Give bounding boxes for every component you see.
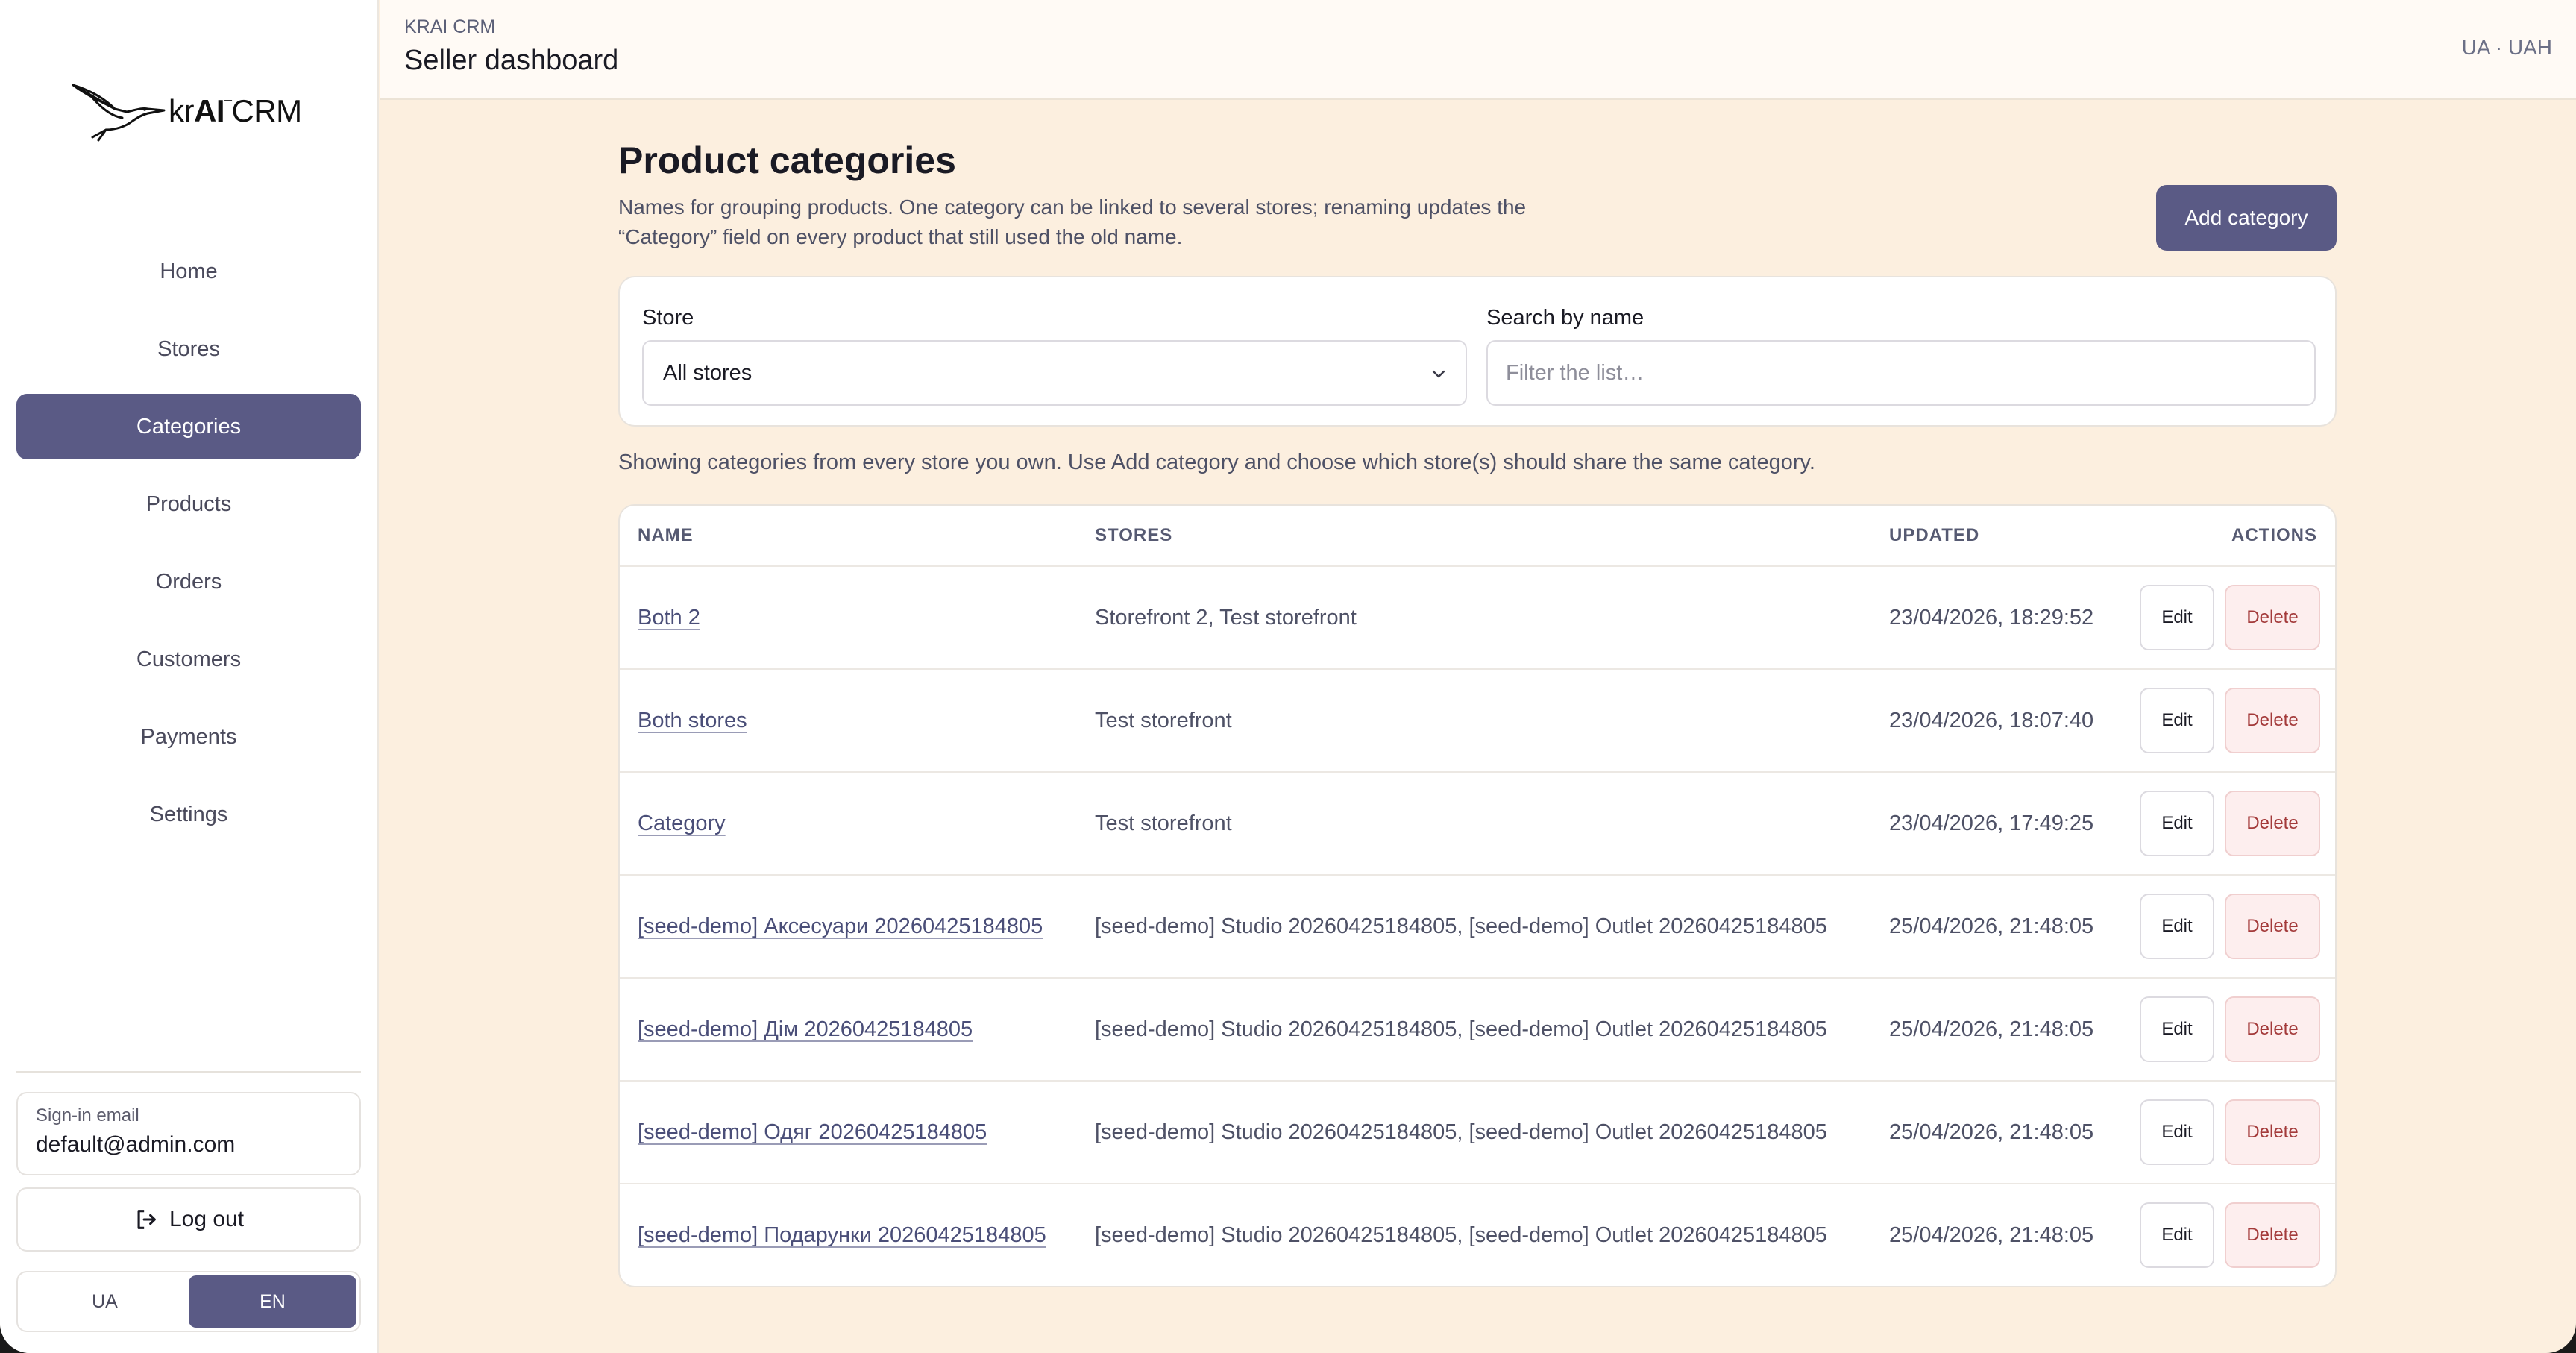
language-option-ua[interactable]: UA — [21, 1275, 189, 1328]
sidebar-nav: Home Stores Categories Products Orders C… — [16, 239, 361, 859]
store-select-value: All stores — [663, 360, 753, 385]
search-label: Search by name — [1486, 306, 1644, 330]
sidebar-item-orders[interactable]: Orders — [16, 549, 361, 615]
delete-button[interactable]: Delete — [2225, 585, 2320, 650]
category-name-link[interactable]: [seed-demo] Аксесуари 20260425184805 — [638, 876, 1043, 977]
categories-table: NAME STORES UPDATED ACTIONS Both 2 Storef… — [618, 504, 2337, 1287]
edit-button[interactable]: Edit — [2140, 1202, 2214, 1268]
column-header-name[interactable]: NAME — [638, 506, 694, 565]
category-stores: Test storefront — [1095, 709, 1232, 732]
signin-info: Sign-in email default@admin.com — [16, 1092, 361, 1175]
delete-button[interactable]: Delete — [2225, 996, 2320, 1062]
category-updated: 23/04/2026, 18:07:40 — [1889, 709, 2094, 732]
category-stores: Storefront 2, Test storefront — [1095, 606, 1357, 630]
language-option-en[interactable]: EN — [189, 1275, 356, 1328]
sidebar-item-home[interactable]: Home — [16, 239, 361, 304]
category-name-link[interactable]: [seed-demo] Подарунки 20260425184805 — [638, 1184, 1046, 1286]
brand-name: KRAI CRM — [404, 16, 496, 37]
language-toggle: UA EN — [16, 1271, 361, 1332]
category-stores: [seed-demo] Studio 20260425184805, [seed… — [1095, 914, 1827, 938]
delete-button[interactable]: Delete — [2225, 894, 2320, 959]
category-updated: 25/04/2026, 21:48:05 — [1889, 1120, 2094, 1144]
store-filter-label: Store — [642, 306, 694, 330]
signin-label: Sign-in email — [36, 1105, 139, 1126]
column-header-actions: ACTIONS — [2231, 525, 2317, 545]
edit-button[interactable]: Edit — [2140, 894, 2214, 959]
sidebar-divider — [16, 1071, 361, 1073]
category-name-link[interactable]: Both 2 — [638, 567, 700, 668]
table-row: Both 2 Storefront 2, Test storefront 23/04… — [620, 565, 2335, 668]
locale-indicator: UA · UAH — [2461, 36, 2552, 59]
search-input[interactable] — [1486, 340, 2316, 406]
delete-button[interactable]: Delete — [2225, 688, 2320, 753]
category-stores: Test storefront — [1095, 812, 1232, 835]
page-title: Product categories — [618, 139, 956, 181]
delete-button[interactable]: Delete — [2225, 791, 2320, 856]
column-header-updated[interactable]: UPDATED — [1889, 506, 1979, 565]
table-row: [seed-demo] Дім 20260425184805 [seed-demo… — [620, 977, 2335, 1080]
table-row: Category Test storefront 23/04/2026, 17:49… — [620, 771, 2335, 874]
category-name-link[interactable]: [seed-demo] Одяг 20260425184805 — [638, 1082, 987, 1183]
app-window: krAI¯CRM Home Stores Categories Products… — [0, 0, 2576, 1353]
table-row: Both stores Test storefront 23/04/2026, 18… — [620, 668, 2335, 771]
brand-logo[interactable]: krAI¯CRM — [70, 78, 324, 145]
filter-panel: Store All stores Search by name — [618, 276, 2337, 427]
logout-icon — [137, 1210, 156, 1229]
main-content: Product categories Names for grouping pr… — [618, 139, 2337, 1287]
table-row: [seed-demo] Аксесуари 20260425184805 [see… — [620, 874, 2335, 977]
signin-email: default@admin.com — [36, 1132, 236, 1157]
store-select[interactable]: All stores — [642, 340, 1467, 406]
edit-button[interactable]: Edit — [2140, 1099, 2214, 1165]
edit-button[interactable]: Edit — [2140, 791, 2214, 856]
category-name-link[interactable]: Both stores — [638, 670, 747, 771]
category-updated: 25/04/2026, 21:48:05 — [1889, 1017, 2094, 1041]
categories-info-text: Showing categories from every store you … — [618, 451, 1815, 474]
page-subtitle: Names for grouping products. One categor… — [618, 195, 1527, 248]
category-stores: [seed-demo] Studio 20260425184805, [seed… — [1095, 1223, 1827, 1247]
category-updated: 23/04/2026, 18:29:52 — [1889, 606, 2094, 630]
category-name-link[interactable]: Category — [638, 773, 726, 874]
add-category-button[interactable]: Add category — [2156, 185, 2337, 251]
sidebar: krAI¯CRM Home Stores Categories Products… — [0, 0, 379, 1353]
dashboard-title: Seller dashboard — [404, 45, 619, 76]
chevron-down-icon — [1432, 370, 1445, 378]
sidebar-item-categories[interactable]: Categories — [16, 394, 361, 459]
delete-button[interactable]: Delete — [2225, 1099, 2320, 1165]
top-bar: KRAI CRM Seller dashboard UA · UAH — [380, 0, 2576, 100]
column-header-stores[interactable]: STORES — [1095, 506, 1172, 565]
edit-button[interactable]: Edit — [2140, 585, 2214, 650]
category-updated: 23/04/2026, 17:49:25 — [1889, 812, 2094, 835]
sidebar-item-products[interactable]: Products — [16, 471, 361, 537]
category-updated: 25/04/2026, 21:48:05 — [1889, 1223, 2094, 1247]
sidebar-item-stores[interactable]: Stores — [16, 316, 361, 382]
category-stores: [seed-demo] Studio 20260425184805, [seed… — [1095, 1120, 1827, 1144]
category-name-link[interactable]: [seed-demo] Дім 20260425184805 — [638, 979, 973, 1080]
table-row: [seed-demo] Одяг 20260425184805 [seed-dem… — [620, 1080, 2335, 1183]
delete-button[interactable]: Delete — [2225, 1202, 2320, 1268]
category-updated: 25/04/2026, 21:48:05 — [1889, 914, 2094, 938]
logout-button[interactable]: Log out — [16, 1187, 361, 1252]
table-row: [seed-demo] Подарунки 20260425184805 [see… — [620, 1183, 2335, 1286]
logout-label: Log out — [169, 1207, 245, 1231]
crane-bird-icon — [72, 84, 166, 142]
sidebar-item-payments[interactable]: Payments — [16, 704, 361, 770]
category-stores: [seed-demo] Studio 20260425184805, [seed… — [1095, 1017, 1827, 1041]
brand-logo-text: krAI¯CRM — [169, 93, 302, 128]
sidebar-item-customers[interactable]: Customers — [16, 627, 361, 692]
edit-button[interactable]: Edit — [2140, 996, 2214, 1062]
sidebar-item-settings[interactable]: Settings — [16, 782, 361, 847]
edit-button[interactable]: Edit — [2140, 688, 2214, 753]
